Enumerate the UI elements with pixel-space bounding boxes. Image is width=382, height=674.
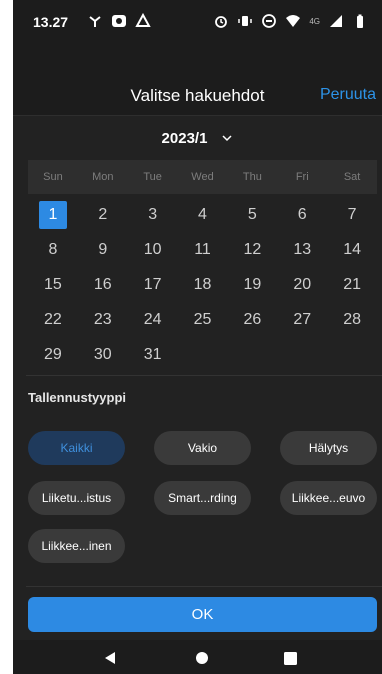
- calendar-day[interactable]: 11: [178, 232, 228, 267]
- filter-chip-smart[interactable]: Smart...rding: [154, 481, 251, 515]
- system-navigation-bar: [13, 640, 382, 674]
- back-icon[interactable]: [103, 651, 117, 670]
- calendar-week: 15 16 17 18 19 20 21: [28, 267, 377, 302]
- calendar-day[interactable]: 4: [178, 197, 228, 232]
- alarm-icon: [213, 13, 229, 29]
- status-time: 13.27: [33, 14, 69, 30]
- calendar-day[interactable]: 27: [277, 302, 327, 337]
- ok-button[interactable]: OK: [28, 597, 377, 632]
- calendar-day[interactable]: 20: [277, 267, 327, 302]
- weekday-label: Fri: [295, 171, 309, 183]
- calendar-day[interactable]: 5: [227, 197, 277, 232]
- bottom-divider: [26, 586, 382, 587]
- weekday-label: Wed: [191, 171, 214, 183]
- weekday-label: Thu: [242, 171, 262, 183]
- filter-chip-motion[interactable]: Liiketu...istus: [28, 481, 125, 515]
- section-divider: [26, 375, 382, 376]
- calendar-day[interactable]: 12: [227, 232, 277, 267]
- status-notification-icons: [87, 13, 151, 29]
- filter-chip-all[interactable]: Kaikki: [28, 431, 125, 465]
- calendar-day[interactable]: 14: [327, 232, 377, 267]
- vibrate-icon: [237, 13, 253, 29]
- filter-chip-alarm[interactable]: Hälytys: [280, 431, 377, 465]
- month-label[interactable]: 2023/1: [162, 130, 208, 147]
- calendar-day[interactable]: 21: [327, 267, 377, 302]
- calendar-day[interactable]: 28: [327, 302, 377, 337]
- calendar-day[interactable]: 26: [227, 302, 277, 337]
- calendar-day[interactable]: 2: [78, 197, 128, 232]
- do-not-disturb-icon: [261, 13, 277, 29]
- signal-icon: [328, 13, 344, 29]
- cancel-button[interactable]: Peruuta: [320, 86, 376, 104]
- calendar-day[interactable]: 15: [28, 267, 78, 302]
- calendar-day-empty: [178, 337, 228, 372]
- calendar-day[interactable]: 8: [28, 232, 78, 267]
- camera-app-icon: [111, 13, 127, 29]
- calendar-day[interactable]: 17: [128, 267, 178, 302]
- filter-chip-motion-advice[interactable]: Liikkee...euvo: [280, 481, 377, 515]
- calendar-day[interactable]: 10: [128, 232, 178, 267]
- weekday-label: Tue: [143, 171, 162, 183]
- home-icon[interactable]: [195, 651, 209, 670]
- calendar-day-empty: [227, 337, 277, 372]
- calendar-week: 22 23 24 25 26 27 28: [28, 302, 377, 337]
- calendar-day[interactable]: 9: [78, 232, 128, 267]
- filter-chip-motion-other[interactable]: Liikkee...inen: [28, 529, 125, 563]
- calendar-day[interactable]: 22: [28, 302, 78, 337]
- network-type-label: 4G: [309, 16, 320, 26]
- calendar-day-empty: [277, 337, 327, 372]
- fan-icon: [87, 13, 103, 29]
- calendar-week: 1 2 3 4 5 6 7: [28, 197, 377, 232]
- calendar-day[interactable]: 16: [78, 267, 128, 302]
- status-system-icons: 4G: [213, 13, 368, 29]
- calendar-day[interactable]: 30: [78, 337, 128, 372]
- calendar-day[interactable]: 25: [178, 302, 228, 337]
- calendar-day[interactable]: 18: [178, 267, 228, 302]
- calendar-day-empty: [327, 337, 377, 372]
- dialog-header: Valitse hakuehdot Peruuta: [13, 46, 382, 116]
- calendar-week: 8 9 10 11 12 13 14: [28, 232, 377, 267]
- calendar-day[interactable]: 19: [227, 267, 277, 302]
- calendar-day[interactable]: 3: [128, 197, 178, 232]
- calendar-day[interactable]: 7: [327, 197, 377, 232]
- calendar-day-selected[interactable]: 1: [28, 197, 78, 232]
- calendar-day[interactable]: 29: [28, 337, 78, 372]
- battery-icon: [352, 13, 368, 29]
- weekday-label: Mon: [92, 171, 114, 183]
- filter-chip-standard[interactable]: Vakio: [154, 431, 251, 465]
- calendar-week: 29 30 31: [28, 337, 377, 372]
- chevron-down-icon[interactable]: [221, 132, 233, 144]
- phone-screen: 13.27 4G Valitse hakuehdot Peruuta 2023/…: [13, 0, 382, 674]
- recent-apps-icon[interactable]: [284, 652, 297, 670]
- calendar-day[interactable]: 6: [277, 197, 327, 232]
- calendar-day[interactable]: 23: [78, 302, 128, 337]
- weekday-header: Sun Mon Tue Wed Thu Fri Sat: [28, 160, 377, 194]
- wifi-icon: [285, 13, 301, 29]
- calendar-day[interactable]: 31: [128, 337, 178, 372]
- month-selector[interactable]: 2023/1: [13, 116, 382, 160]
- recording-type-title: Tallennustyyppi: [28, 390, 126, 405]
- status-bar: 13.27 4G: [13, 0, 382, 46]
- calendar-grid: 1 2 3 4 5 6 7 8 9 10 11 12 13 14 15 16 1…: [28, 197, 377, 372]
- drive-icon: [135, 13, 151, 29]
- weekday-label: Sun: [43, 171, 63, 183]
- calendar-day[interactable]: 13: [277, 232, 327, 267]
- calendar-day[interactable]: 24: [128, 302, 178, 337]
- weekday-label: Sat: [343, 171, 361, 183]
